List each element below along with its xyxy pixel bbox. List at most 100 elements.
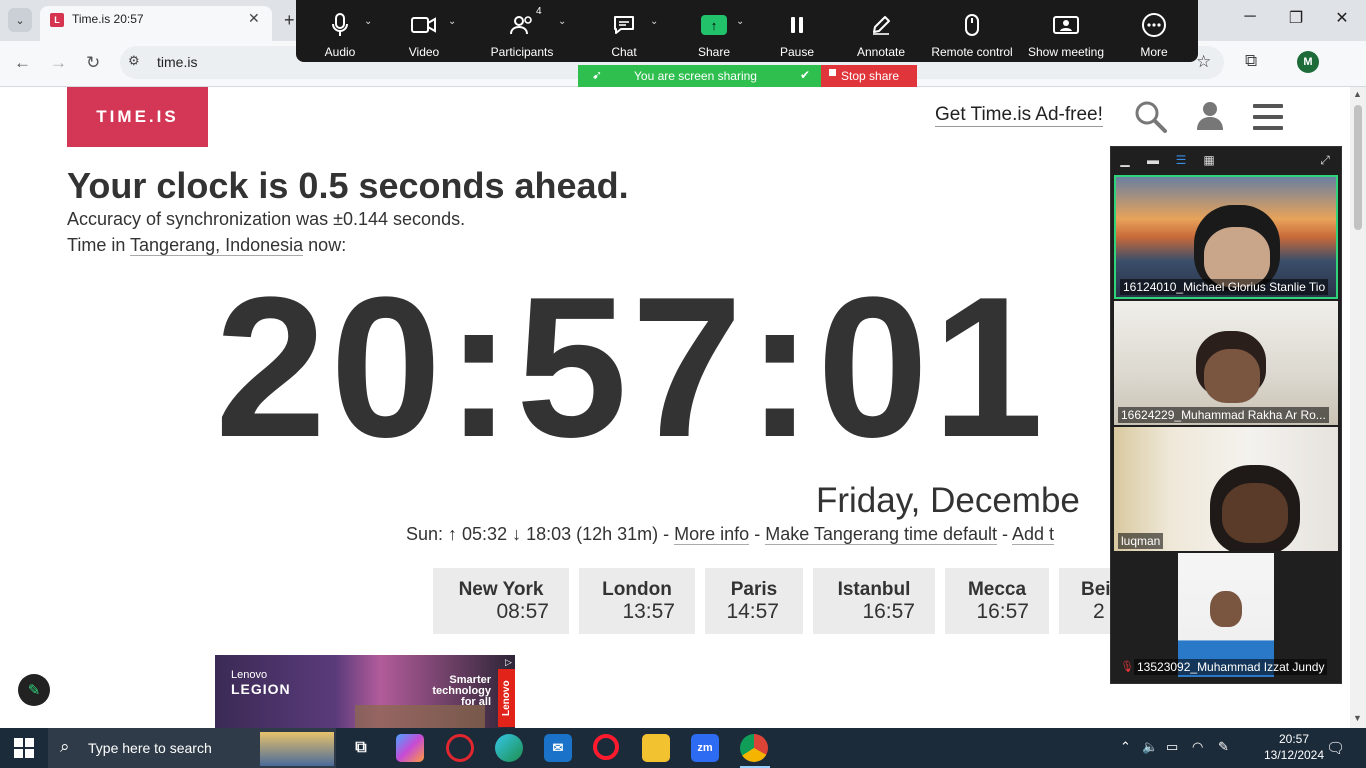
hide-video-icon[interactable]: ▬ <box>1145 153 1161 167</box>
participant-video-3[interactable]: luqman <box>1114 427 1338 551</box>
annotate-button[interactable]: Annotate <box>850 0 912 62</box>
stop-share-label: Stop share <box>841 69 900 83</box>
taskbar-time[interactable]: 20:57 <box>1264 732 1324 746</box>
hamburger-menu-icon[interactable] <box>1253 104 1283 130</box>
pin-icon: ➹ <box>592 68 603 82</box>
account-icon[interactable] <box>1194 100 1226 132</box>
more-info-link[interactable]: More info <box>674 524 750 545</box>
pen-tray-icon[interactable]: ✎ <box>1218 739 1229 755</box>
tab-search-button[interactable]: ⌄ <box>8 8 32 32</box>
opera-gx-icon[interactable] <box>446 734 474 762</box>
zoom-video-panel[interactable]: ▁ ▬ ☰ ▦ ⤢ 16124010_Michael Glorius Stanl… <box>1110 146 1342 684</box>
participants-count-badge: 4 <box>536 6 542 17</box>
participant-name: 16124010_Michael Glorius Stanlie Tio <box>1120 279 1329 295</box>
chat-caret-icon[interactable]: ⌄ <box>650 16 658 27</box>
location-link[interactable]: Tangerang, Indonesia <box>130 235 304 256</box>
ad-brand-top: Lenovo <box>231 669 268 681</box>
taskbar-date[interactable]: 13/12/2024 <box>1260 748 1328 762</box>
share-caret-icon[interactable]: ⌄ <box>736 16 744 27</box>
ad-choices-icon[interactable]: ▷ <box>505 657 512 668</box>
page-scrollbar[interactable]: ▲ ▼ <box>1350 87 1366 728</box>
browser-tab-active[interactable]: L Time.is 20:57 ✕ <box>40 6 272 41</box>
show-meeting-button[interactable]: Show meeting <box>1026 0 1106 62</box>
show-meeting-icon <box>1051 10 1081 40</box>
city-clock-london[interactable]: London 13:57 <box>579 568 695 634</box>
site-logo[interactable]: TIME.IS <box>67 87 208 147</box>
chat-button[interactable]: ⌄ Chat <box>594 0 658 62</box>
gallery-view-icon[interactable]: ▦ <box>1201 153 1217 167</box>
scroll-thumb[interactable] <box>1354 105 1362 230</box>
mail-icon[interactable]: ✉ <box>544 734 572 762</box>
reload-icon[interactable]: ↻ <box>86 53 100 73</box>
taskbar-search-box[interactable]: ⌕ Type here to search <box>48 728 336 768</box>
participants-caret-icon[interactable]: ⌄ <box>558 16 566 27</box>
tray-overflow-icon[interactable]: ⌃ <box>1120 739 1131 755</box>
city-clock-beijing[interactable]: Bei 2 <box>1059 568 1115 634</box>
participant-video-1[interactable]: 16124010_Michael Glorius Stanlie Tio <box>1114 175 1338 299</box>
copilot-icon[interactable] <box>396 734 424 762</box>
windows-start-icon[interactable] <box>14 738 34 758</box>
back-icon[interactable]: ← <box>14 53 31 73</box>
share-button[interactable]: ↑ ⌄ Share <box>684 0 744 62</box>
edit-pencil-icon[interactable]: ✎ <box>18 674 50 706</box>
annotate-label: Annotate <box>856 45 906 59</box>
scroll-down-icon[interactable]: ▼ <box>1353 713 1362 723</box>
minimize-icon[interactable]: ─ <box>1230 8 1270 26</box>
zoom-app-icon[interactable]: zm <box>691 734 719 762</box>
battery-icon[interactable]: ▭ <box>1166 739 1178 755</box>
add-link[interactable]: Add t <box>1012 524 1055 545</box>
city-clock-paris[interactable]: Paris 14:57 <box>705 568 803 634</box>
forward-icon[interactable]: → <box>50 53 67 73</box>
audio-label: Audio <box>324 45 356 59</box>
notification-icon[interactable]: 🗨 <box>1326 739 1345 757</box>
bookmark-star-icon[interactable]: ☆ <box>1196 52 1211 72</box>
city-clock-new-york[interactable]: New York 08:57 <box>433 568 569 634</box>
ad-free-link[interactable]: Get Time.is Ad-free! <box>935 104 1103 127</box>
edge-icon[interactable] <box>495 734 523 762</box>
task-view-icon[interactable]: ⧉ <box>347 734 375 762</box>
video-caret-icon[interactable]: ⌄ <box>448 16 456 27</box>
window-close-icon[interactable]: ✕ <box>1322 8 1362 28</box>
restore-icon[interactable]: ❐ <box>1276 8 1316 28</box>
city-clock-mecca[interactable]: Mecca 16:57 <box>945 568 1049 634</box>
participants-label: Participants <box>490 45 554 59</box>
video-button[interactable]: ⌄ Video <box>394 0 457 62</box>
pause-share-button[interactable]: Pause <box>768 0 826 62</box>
more-button[interactable]: More <box>1128 0 1180 62</box>
audio-caret-icon[interactable]: ⌄ <box>364 16 372 27</box>
minimize-video-icon[interactable]: ▁ <box>1117 153 1133 167</box>
city-clock-istanbul[interactable]: Istanbul 16:57 <box>813 568 935 634</box>
show-meeting-label: Show meeting <box>1027 45 1105 59</box>
remote-control-button[interactable]: Remote control <box>926 0 1018 62</box>
participant-video-4[interactable]: 🎙 13523092_Muhammad Izzat Jundy <box>1114 553 1338 677</box>
participants-button[interactable]: 4 ⌄ Participants <box>484 0 567 62</box>
url-text[interactable]: time.is <box>157 54 197 70</box>
search-icon[interactable] <box>1134 100 1168 134</box>
chrome-icon[interactable] <box>740 734 768 762</box>
profile-avatar[interactable]: M <box>1297 51 1319 73</box>
wifi-icon[interactable]: ◠ <box>1192 739 1203 755</box>
lenovo-ad-banner[interactable]: Lenovo LEGION Smarter technology for all… <box>215 655 515 728</box>
expand-icon[interactable]: ⤢ <box>1317 153 1333 167</box>
tab-close-icon[interactable]: ✕ <box>248 10 260 27</box>
make-default-link[interactable]: Make Tangerang time default <box>765 524 998 545</box>
participants-icon <box>507 10 537 40</box>
extensions-icon[interactable]: ⧉ <box>1245 51 1257 71</box>
city-name: Istanbul <box>837 579 911 600</box>
more-label: More <box>1140 45 1168 59</box>
stop-square-icon <box>829 69 836 76</box>
clock-offset-headline: Your clock is 0.5 seconds ahead. <box>67 165 629 206</box>
stop-share-button[interactable]: Stop share <box>821 65 917 87</box>
sync-accuracy-text: Accuracy of synchronization was ±0.144 s… <box>67 209 466 229</box>
site-info-icon[interactable]: ⚙ <box>128 53 146 71</box>
participant-video-2[interactable]: 16624229_Muhammad Rakha Ar Ro... <box>1114 301 1338 425</box>
file-explorer-icon[interactable] <box>642 734 670 762</box>
city-time: 16:57 <box>862 600 915 623</box>
volume-icon[interactable]: 🔈 <box>1142 739 1158 755</box>
new-tab-icon[interactable]: + <box>284 10 295 31</box>
scroll-up-icon[interactable]: ▲ <box>1353 89 1362 99</box>
audio-button[interactable]: ⌄ Audio <box>310 0 372 62</box>
opera-icon[interactable] <box>593 734 619 760</box>
speaker-view-icon[interactable]: ☰ <box>1173 153 1189 167</box>
screen-sharing-banner[interactable]: ➹ You are screen sharing ✔ <box>578 65 821 87</box>
